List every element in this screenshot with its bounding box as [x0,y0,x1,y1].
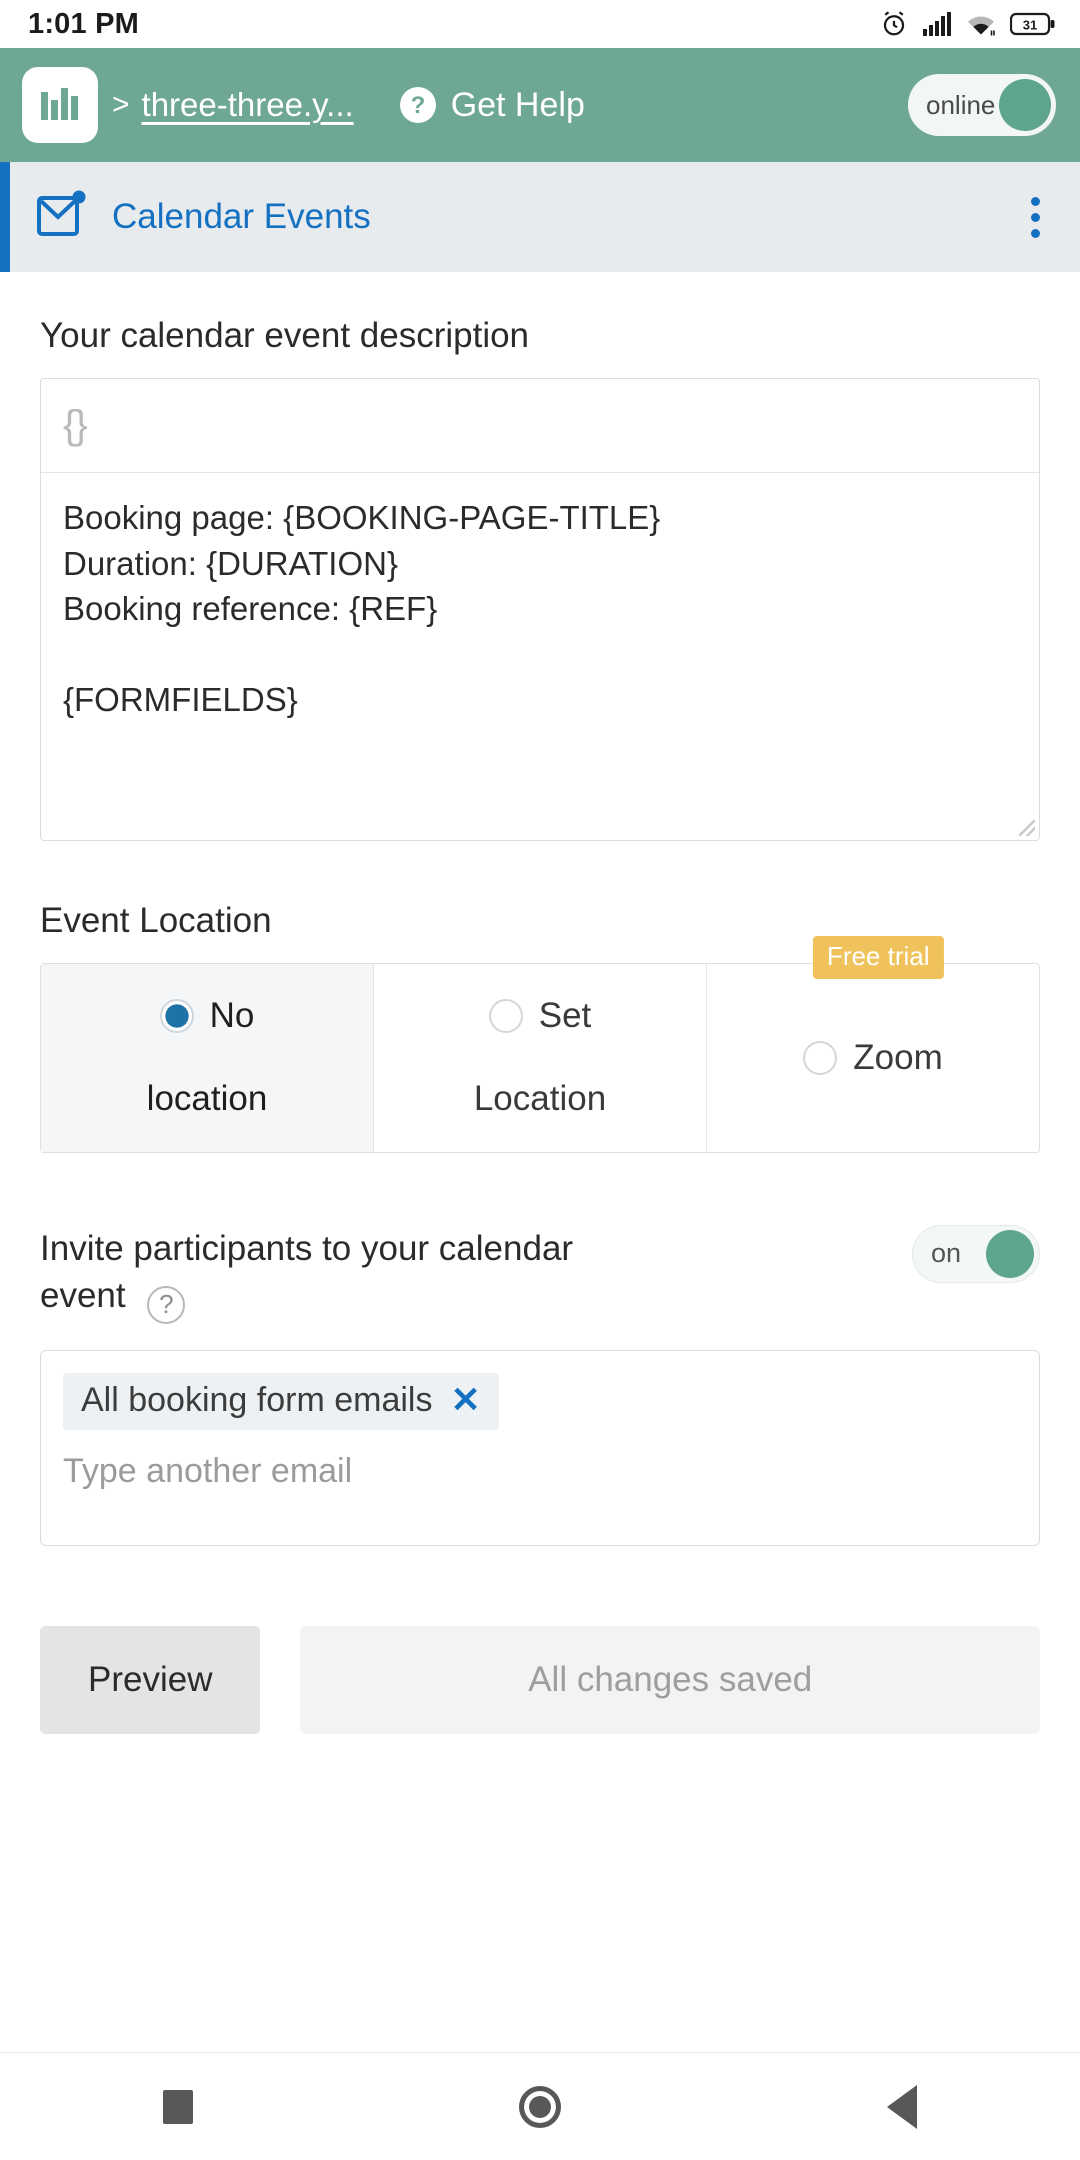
preview-button[interactable]: Preview [40,1625,261,1734]
kebab-menu-icon[interactable] [1017,187,1054,248]
radio-set-location-icon[interactable] [488,999,523,1034]
invite-toggle-knob [986,1229,1034,1278]
wifi-icon [965,11,997,37]
radio-no-location-icon[interactable] [159,999,194,1034]
breadcrumb-site-link[interactable]: three-three.y... [142,86,354,124]
breadcrumb-separator: > [112,88,130,121]
invite-participants-toggle[interactable]: on [912,1224,1040,1283]
svg-text:?: ? [410,92,425,119]
invite-label-text: Invite participants to your calendar eve… [40,1228,574,1315]
main-content: Your calendar event description {} Booki… [0,272,1080,2052]
alarm-icon [879,9,909,39]
participant-emails-field[interactable]: All booking form emails ✕ Type another e… [40,1349,1040,1546]
envelope-notification-icon [32,186,90,249]
location-option-label: Zoom [853,1037,943,1077]
invite-participants-label: Invite participants to your calendar eve… [40,1225,650,1324]
calendar-events-section-header: Calendar Events [0,162,1080,272]
description-textarea[interactable]: Booking page: {BOOKING-PAGE-TITLE} Durat… [41,473,1039,840]
app-header-bar: > three-three.y... ? Get Help online [0,48,1080,162]
location-option-label: Set [538,996,592,1036]
location-option-label: No [209,996,255,1036]
circle-home-icon[interactable] [519,2085,561,2128]
description-editor[interactable]: {} Booking page: {BOOKING-PAGE-TITLE} Du… [40,378,1040,841]
section-title: Calendar Events [112,197,371,236]
status-bar: 1:01 PM 31 [0,0,1080,48]
merge-tag-braces-icon[interactable]: {} [63,403,88,448]
location-option-zoom[interactable]: Free trial Zoom [707,935,1039,1152]
email-chip[interactable]: All booking form emails ✕ [63,1372,499,1430]
location-option-no-location[interactable]: No location [41,963,374,1152]
question-circle-icon[interactable]: ? [147,1285,186,1324]
event-location-title: Event Location [40,900,272,940]
android-navigation-bar [0,2052,1080,2160]
square-recents-icon[interactable] [163,2089,193,2124]
editor-toolbar: {} [41,379,1039,473]
triangle-back-icon[interactable] [887,2084,917,2129]
resize-grip-icon[interactable] [1019,819,1035,836]
app-logo[interactable] [22,67,98,143]
radio-zoom-icon[interactable] [803,1040,838,1075]
cellular-signal-icon [922,11,952,37]
all-changes-saved-button[interactable]: All changes saved [300,1625,1040,1734]
question-mark-icon: ? [399,87,436,123]
status-icon-group: 31 [879,9,1056,39]
free-trial-badge: Free trial [812,935,944,979]
get-help-label: Get Help [450,85,585,124]
invite-participants-row: Invite participants to your calendar eve… [40,1224,1040,1324]
action-buttons-row: Preview All changes saved [40,1625,1040,1734]
online-toggle-label: online [926,89,996,120]
invite-toggle-label: on [931,1238,962,1269]
phone-screen: 1:01 PM 31 > three-three.y... ? Get Help… [0,0,1080,2160]
close-x-icon[interactable]: ✕ [450,1382,480,1418]
online-toggle-knob [999,79,1051,131]
event-location-options: No location Set Location Free trial Zoom [40,935,1040,1153]
email-chip-label: All booking form emails [81,1380,433,1419]
email-input[interactable]: Type another email [63,1452,1017,1491]
get-help-button[interactable]: ? Get Help [398,85,585,125]
location-option-set-location[interactable]: Set Location [374,963,707,1152]
location-option-label-2: Location [473,1079,607,1119]
battery-level-text: 31 [1023,18,1037,33]
bar-chart-logo-icon [41,88,78,120]
description-label: Your calendar event description [40,316,530,355]
battery-icon: 31 [1010,11,1056,37]
status-clock: 1:01 PM [28,7,139,40]
location-option-label-2: location [146,1079,268,1119]
online-status-toggle[interactable]: online [908,74,1056,136]
